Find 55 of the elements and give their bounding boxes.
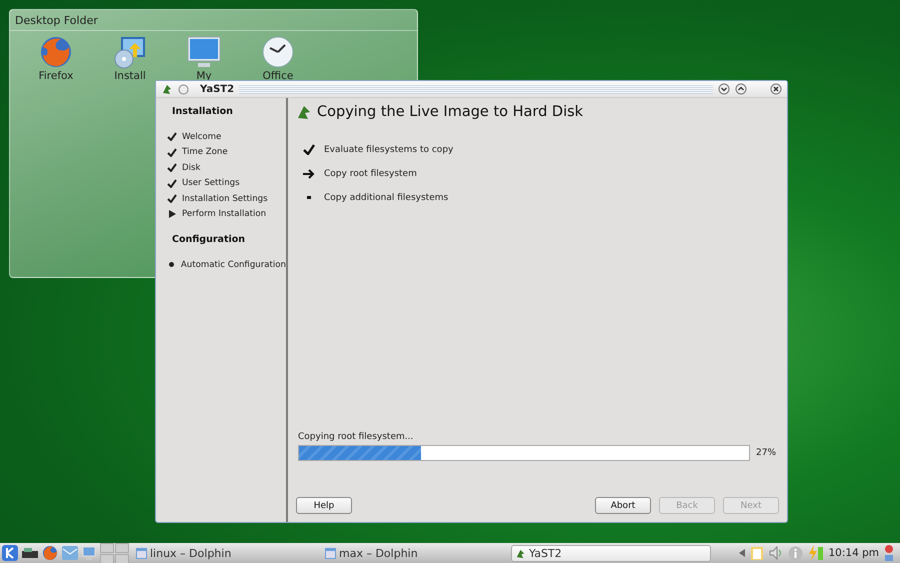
step-label: Evaluate filesystems to copy xyxy=(324,144,454,154)
dash-icon xyxy=(307,196,311,199)
tray-arrow-icon[interactable] xyxy=(738,549,744,557)
menu-circle-icon[interactable] xyxy=(178,84,189,94)
step-label: Welcome xyxy=(182,132,222,142)
clock: 10:14 pm xyxy=(828,547,879,559)
icon-label: Office xyxy=(262,70,294,82)
clock-icon xyxy=(261,35,295,69)
progress-percent: 27% xyxy=(756,448,776,458)
desktop-icon[interactable]: Office xyxy=(252,35,304,82)
arrow-icon xyxy=(303,168,315,178)
speaker-icon[interactable] xyxy=(768,546,782,560)
triangle-icon xyxy=(168,210,176,218)
step-label: Copy root filesystem xyxy=(324,168,417,178)
taskbar-task[interactable]: YaST2 xyxy=(511,544,711,562)
computer-icon[interactable] xyxy=(82,545,96,561)
maximize-icon[interactable] xyxy=(735,83,747,95)
icon-label: Firefox xyxy=(38,70,74,82)
window-icon xyxy=(325,548,336,558)
progress-label: Copying root filesystem... xyxy=(298,432,414,442)
monitor-icon xyxy=(186,35,222,69)
section-heading: Configuration xyxy=(172,234,246,245)
step-label: Time Zone xyxy=(182,147,228,158)
globe-icon[interactable] xyxy=(42,545,58,561)
clipboard-icon[interactable] xyxy=(750,545,764,561)
taskbar-task[interactable]: linux – Dolphin xyxy=(133,544,318,562)
dialog-button[interactable]: Abort xyxy=(595,497,651,514)
bullet-icon xyxy=(168,262,174,268)
window-title: YaST2 xyxy=(200,84,234,94)
step-label: Copy additional filesystems xyxy=(324,192,448,202)
icon-label: My xyxy=(196,70,212,82)
desktop-pager[interactable] xyxy=(100,542,129,563)
page-heading: Copying the Live Image to Hard Disk xyxy=(317,104,584,120)
step-label: User Settings xyxy=(182,178,240,188)
dialog-button[interactable]: Help xyxy=(296,497,352,514)
desktop-icon[interactable]: Install xyxy=(104,35,156,82)
desktop-icon[interactable]: My xyxy=(178,35,230,82)
mail-icon[interactable] xyxy=(62,546,78,560)
icon-label: Install xyxy=(114,70,146,82)
taskbar-task[interactable]: max – Dolphin xyxy=(322,544,507,562)
check-icon xyxy=(303,144,315,155)
computer-disc-icon xyxy=(113,35,147,69)
close-icon[interactable] xyxy=(770,83,782,95)
step-label: Perform Installation xyxy=(182,209,266,220)
step-label: Automatic Configuration xyxy=(180,260,286,270)
section-heading: Installation xyxy=(172,106,234,117)
drive-icon[interactable] xyxy=(22,547,38,559)
step-label: Disk xyxy=(182,162,200,173)
folder-title: Desktop Folder xyxy=(10,10,417,31)
start-menu-icon[interactable] xyxy=(2,545,18,561)
window-icon xyxy=(136,548,147,558)
desktop-icon[interactable]: Firefox xyxy=(30,35,82,82)
minimize-icon[interactable] xyxy=(718,83,730,95)
globe-icon xyxy=(39,35,73,69)
step-label: Installation Settings xyxy=(182,194,268,204)
